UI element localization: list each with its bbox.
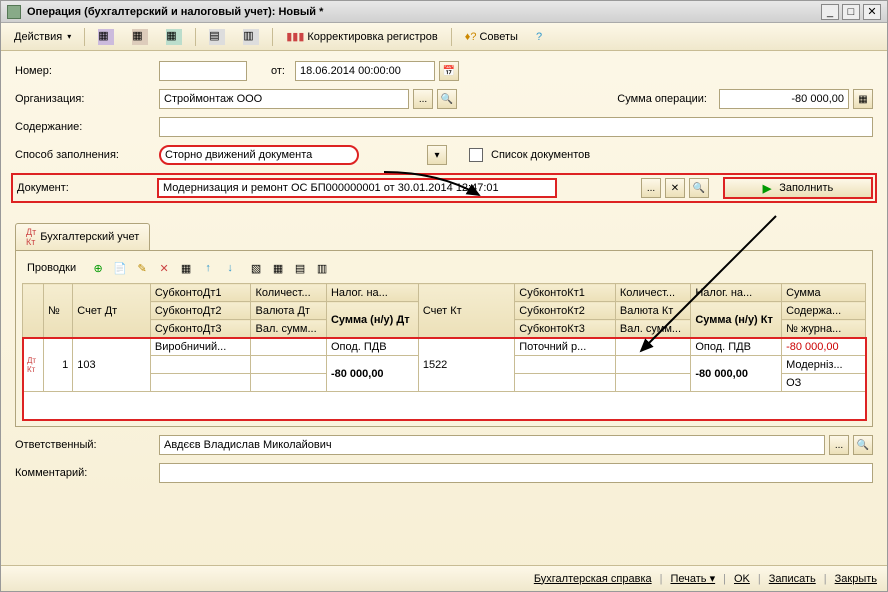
doc-input[interactable]: Модернизация и ремонт ОС БП000000001 от …: [157, 178, 557, 198]
doc-label: Документ:: [17, 182, 153, 194]
app-icon: [7, 5, 21, 19]
minimize-button[interactable]: _: [821, 4, 839, 20]
save-button[interactable]: Записать: [769, 573, 816, 585]
comment-label: Комментарий:: [15, 467, 155, 479]
window: Операция (бухгалтерский и налоговый учет…: [0, 0, 888, 592]
bottombar: Бухгалтерская справка | Печать ▾ | OK | …: [1, 565, 887, 591]
tb-icon-4[interactable]: ▤: [202, 26, 232, 48]
resp-label: Ответственный:: [15, 439, 155, 451]
comment-input[interactable]: [159, 463, 873, 483]
main-toolbar: Действия ▦ ▦ ▦ ▤ ▥ ▮▮▮ Корректировка рег…: [1, 23, 887, 51]
content-label: Содержание:: [15, 121, 155, 133]
fillmode-label: Способ заполнения:: [15, 149, 155, 161]
doclist-label: Список документов: [491, 149, 590, 161]
play-icon: ▶: [763, 182, 771, 195]
tb-icon-2[interactable]: ▦: [125, 26, 155, 48]
content-input[interactable]: [159, 117, 873, 137]
date-picker-button[interactable]: 📅: [439, 61, 459, 81]
postings-menu[interactable]: Проводки: [22, 261, 81, 275]
form-area: Номер: от: 18.06.2014 00:00:00 📅 Организ…: [1, 51, 887, 217]
tabs: ДтКт Бухгалтерский учет: [1, 223, 887, 250]
tips-button[interactable]: ♦? Советы: [458, 28, 525, 46]
grid-btn-8[interactable]: ▧: [247, 259, 265, 277]
org-label: Организация:: [15, 93, 155, 105]
number-input[interactable]: [159, 61, 247, 81]
close-window-button[interactable]: Закрыть: [835, 573, 877, 585]
fill-button[interactable]: ▶ Заполнить: [723, 177, 873, 199]
report-link[interactable]: Бухгалтерская справка: [534, 573, 652, 585]
delete-row-button[interactable]: ✕: [155, 259, 173, 277]
add-row-button[interactable]: ⊕: [89, 259, 107, 277]
doclist-checkbox[interactable]: [469, 148, 483, 162]
actions-menu[interactable]: Действия: [7, 28, 78, 46]
number-label: Номер:: [15, 65, 155, 77]
grid-btn-9[interactable]: ▦: [269, 259, 287, 277]
tb-icon-3[interactable]: ▦: [159, 26, 189, 48]
correct-registers-button[interactable]: ▮▮▮ Корректировка регистров: [279, 27, 445, 46]
postings-grid[interactable]: № Счет Дт СубконтоДт1 Количест... Налог.…: [22, 283, 866, 420]
grid-btn-10[interactable]: ▤: [291, 259, 309, 277]
tb-icon-5[interactable]: ▥: [236, 26, 266, 48]
doc-clear-button[interactable]: ✕: [665, 178, 685, 198]
resp-select-button[interactable]: ...: [829, 435, 849, 455]
calc-button[interactable]: ▦: [853, 89, 873, 109]
sum-label: Сумма операции:: [617, 93, 707, 105]
org-open-button[interactable]: 🔍: [437, 89, 457, 109]
grid-toolbar: Проводки ⊕ 📄 ✎ ✕ ▦ ↑ ↓ ▧ ▦ ▤ ▥: [22, 257, 866, 279]
resp-open-button[interactable]: 🔍: [853, 435, 873, 455]
resp-input[interactable]: Авдєєв Владислав Миколайович: [159, 435, 825, 455]
close-button[interactable]: ✕: [863, 4, 881, 20]
help-button[interactable]: ?: [529, 28, 549, 46]
doc-open-button[interactable]: 🔍: [689, 178, 709, 198]
move-up-button[interactable]: ↑: [199, 259, 217, 277]
maximize-button[interactable]: □: [842, 4, 860, 20]
dtkt-icon: ДтКт: [26, 227, 36, 247]
org-select-button[interactable]: ...: [413, 89, 433, 109]
window-title: Операция (бухгалтерский и налоговый учет…: [27, 6, 818, 18]
footer-form: Ответственный: Авдєєв Владислав Миколайо…: [1, 427, 887, 499]
tb-icon-1[interactable]: ▦: [91, 26, 121, 48]
fillmode-input[interactable]: Сторно движений документа: [159, 145, 359, 165]
from-label: от:: [271, 65, 285, 77]
grid-btn-11[interactable]: ▥: [313, 259, 331, 277]
grid-area: Проводки ⊕ 📄 ✎ ✕ ▦ ↑ ↓ ▧ ▦ ▤ ▥ № Счет: [15, 250, 873, 427]
copy-row-button[interactable]: 📄: [111, 259, 129, 277]
fillmode-dropdown[interactable]: ▾: [427, 145, 447, 165]
org-input[interactable]: Строймонтаж ООО: [159, 89, 409, 109]
titlebar: Операция (бухгалтерский и налоговый учет…: [1, 1, 887, 23]
edit-row-button[interactable]: ✎: [133, 259, 151, 277]
print-menu[interactable]: Печать ▾: [671, 572, 716, 585]
move-down-button[interactable]: ↓: [221, 259, 239, 277]
sum-input[interactable]: -80 000,00: [719, 89, 849, 109]
ok-button[interactable]: OK: [734, 573, 750, 585]
grid-btn-5[interactable]: ▦: [177, 259, 195, 277]
doc-select-button[interactable]: ...: [641, 178, 661, 198]
table-row[interactable]: ДтКт 1 103 Виробничий... Опод. ПДВ 1522 …: [23, 338, 866, 356]
date-input[interactable]: 18.06.2014 00:00:00: [295, 61, 435, 81]
tab-accounting[interactable]: ДтКт Бухгалтерский учет: [15, 223, 150, 250]
